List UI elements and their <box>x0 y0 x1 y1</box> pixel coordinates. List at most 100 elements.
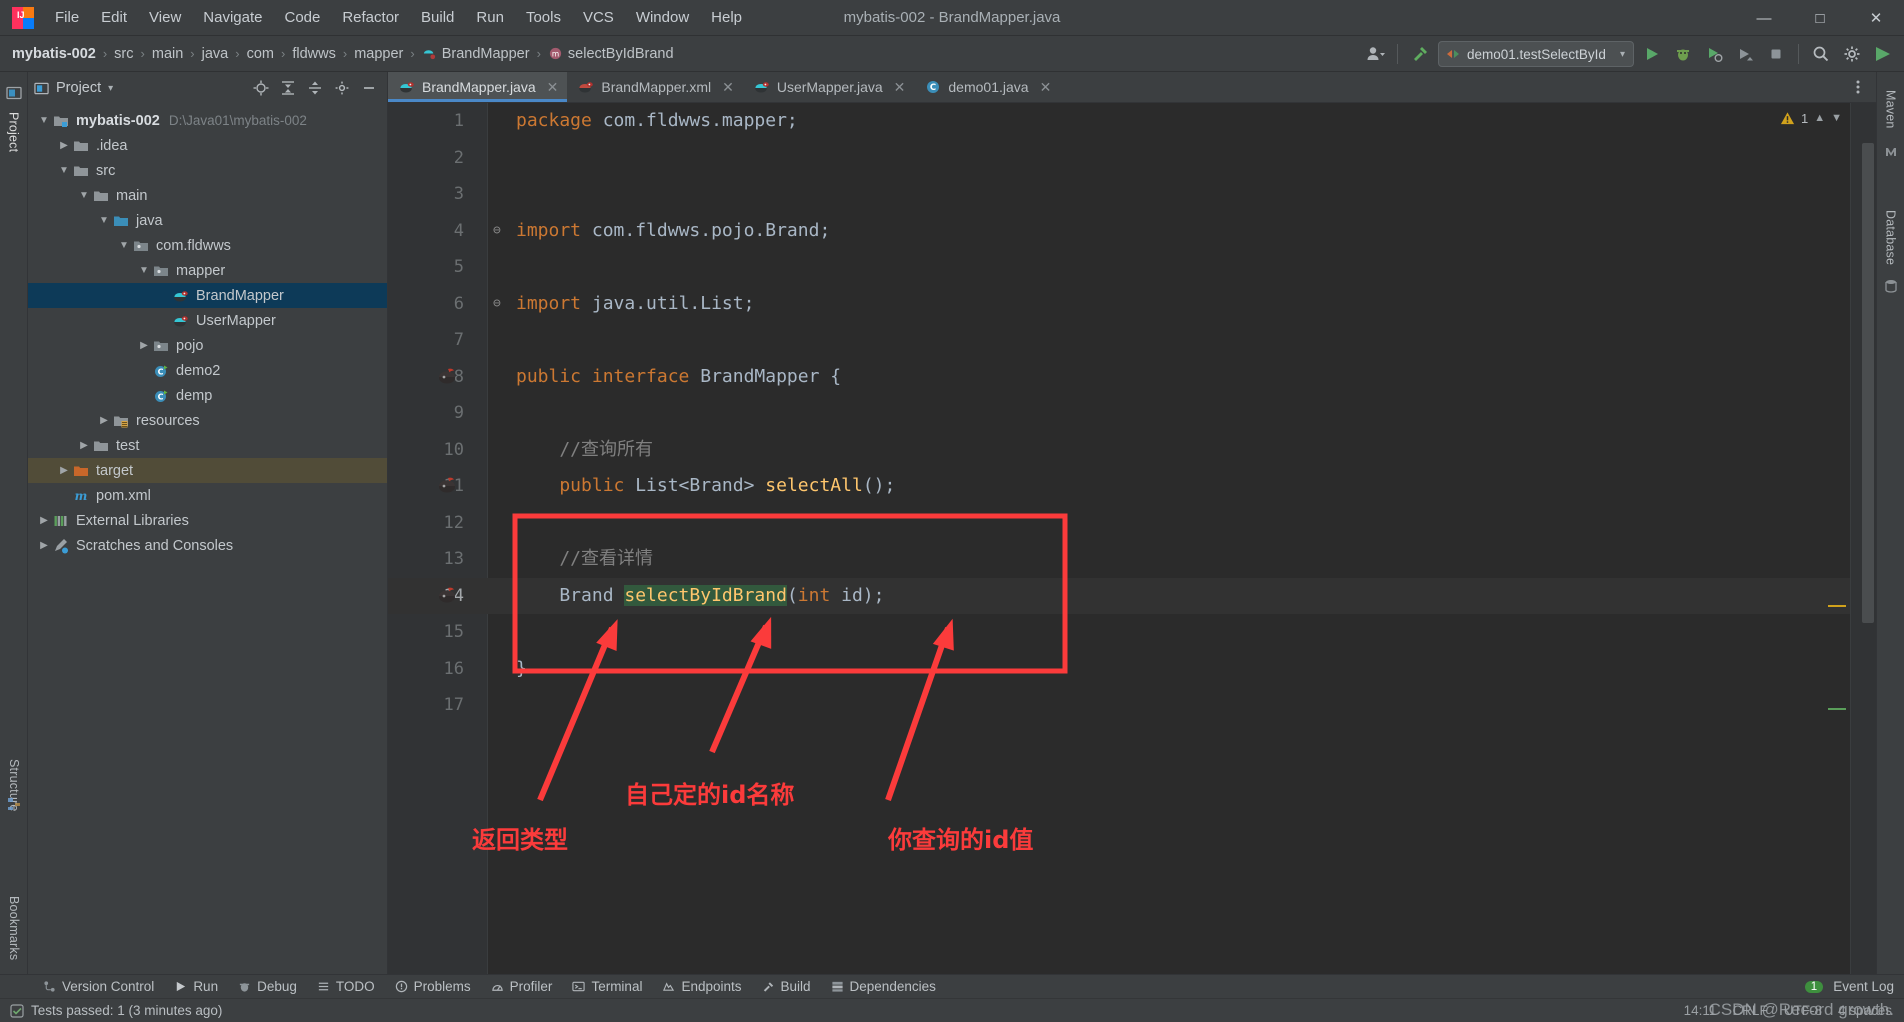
close-icon[interactable]: ✕ <box>894 79 906 96</box>
chevron-up-icon[interactable]: ▲ <box>1814 112 1825 124</box>
stop-button[interactable] <box>1763 41 1789 67</box>
tree-node-pom.xml[interactable]: m pom.xml <box>28 483 387 508</box>
menu-item-tools[interactable]: Tools <box>515 5 572 30</box>
editor-tab-usermapper-java[interactable]: UserMapper.java ✕ <box>743 72 915 102</box>
breadcrumb-item-mapper[interactable]: mapper <box>354 46 403 62</box>
bottom-tool-endpoints[interactable]: Endpoints <box>653 977 750 996</box>
tree-node-pojo[interactable]: ▶ pojo <box>28 333 387 358</box>
tree-node-resources[interactable]: ▶ resources <box>28 408 387 433</box>
breadcrumb-item-selectbyidbrand[interactable]: m selectByIdBrand <box>548 46 674 62</box>
mybatis-gutter-icon[interactable] <box>436 366 458 388</box>
tree-node-java[interactable]: ▼ java <box>28 208 387 233</box>
rail-label-project[interactable]: Project <box>7 106 21 158</box>
code-line[interactable]: 1 package com.fldwws.mapper; <box>388 103 1876 140</box>
menu-item-run[interactable]: Run <box>465 5 515 30</box>
chevron-right-icon[interactable]: ▶ <box>36 515 52 526</box>
menu-item-file[interactable]: File <box>44 5 90 30</box>
editor-tab-brandmapper-java[interactable]: BrandMapper.java ✕ <box>388 72 568 102</box>
warning-marker[interactable] <box>1828 605 1846 607</box>
project-icon[interactable] <box>5 85 22 101</box>
tree-node-mybatis-002[interactable]: ▼ mybatis-002 D:\Java01\mybatis-002 <box>28 108 387 133</box>
editor-tab-brandmapper-xml[interactable]: BrandMapper.xml ✕ <box>567 72 742 102</box>
code-line[interactable]: 10 //查询所有 <box>388 432 1876 469</box>
breadcrumb-item-mybatis-002[interactable]: mybatis-002 <box>12 46 96 62</box>
chevron-right-icon[interactable]: ▶ <box>136 340 152 351</box>
search-icon[interactable] <box>1808 41 1834 67</box>
run-with-coverage-button[interactable] <box>1701 41 1727 67</box>
maximize-button[interactable]: □ <box>1792 0 1848 36</box>
tree-node-main[interactable]: ▼ main <box>28 183 387 208</box>
tree-node-test[interactable]: ▶ test <box>28 433 387 458</box>
tree-node-demp[interactable]: Cdemp <box>28 383 387 408</box>
code-line[interactable]: 8 public interface BrandMapper { <box>388 359 1876 396</box>
chevron-down-icon[interactable]: ▼ <box>56 165 72 176</box>
locate-icon[interactable] <box>249 76 273 100</box>
code-line[interactable]: 11 public List<Brand> selectAll(); <box>388 468 1876 505</box>
bottom-tool-version-control[interactable]: Version Control <box>34 977 163 996</box>
chevron-right-icon[interactable]: ▶ <box>36 540 52 551</box>
close-button[interactable]: ✕ <box>1848 0 1904 36</box>
hide-panel-icon[interactable] <box>357 76 381 100</box>
menu-item-code[interactable]: Code <box>273 5 331 30</box>
editor-tab-demo01-java[interactable]: Cdemo01.java ✕ <box>914 72 1060 102</box>
chevron-right-icon[interactable]: ▶ <box>56 140 72 151</box>
code-line[interactable]: 3 <box>388 176 1876 213</box>
change-marker[interactable] <box>1828 708 1846 710</box>
breadcrumb-item-src[interactable]: src <box>114 46 133 62</box>
menu-item-refactor[interactable]: Refactor <box>331 5 410 30</box>
code-content[interactable]: 1 package com.fldwws.mapper; 2 3 4 ⊖ import co… <box>388 103 1876 974</box>
bottom-tool-run[interactable]: Run <box>165 977 227 996</box>
build-hammer-icon[interactable] <box>1407 41 1433 67</box>
gear-icon[interactable] <box>1839 41 1865 67</box>
code-line[interactable]: 16} <box>388 651 1876 688</box>
tree-node-com.fldwws[interactable]: ▼ com.fldwws <box>28 233 387 258</box>
event-log-group[interactable]: 1 Event Log <box>1804 979 1904 994</box>
chevron-right-icon[interactable]: ▶ <box>96 415 112 426</box>
mybatis-gutter-icon[interactable] <box>436 475 458 497</box>
menu-item-edit[interactable]: Edit <box>90 5 138 30</box>
chevron-down-icon[interactable]: ▼ <box>76 190 92 201</box>
tree-node-.idea[interactable]: ▶ .idea <box>28 133 387 158</box>
database-icon[interactable] <box>1884 279 1898 293</box>
menu-item-vcs[interactable]: VCS <box>572 5 625 30</box>
bottom-tool-todo[interactable]: TODO <box>308 977 384 996</box>
code-line[interactable]: 5 <box>388 249 1876 286</box>
code-line[interactable]: 9 <box>388 395 1876 432</box>
user-account-icon[interactable] <box>1362 41 1388 67</box>
code-line[interactable]: 12 <box>388 505 1876 542</box>
code-line[interactable]: 15 <box>388 614 1876 651</box>
code-line[interactable]: 4 ⊖ import com.fldwws.pojo.Brand; <box>388 213 1876 250</box>
rail-label-database[interactable]: Database <box>1884 204 1898 271</box>
project-tree[interactable]: ▼ mybatis-002 D:\Java01\mybatis-002 ▶ .idea ▼… <box>28 104 387 974</box>
close-icon[interactable]: ✕ <box>547 79 559 96</box>
editor-tabs-options-icon[interactable] <box>1840 72 1876 102</box>
project-panel-title-group[interactable]: Project ▾ <box>34 80 113 96</box>
code-line[interactable]: 7 <box>388 322 1876 359</box>
chevron-down-icon[interactable]: ▼ <box>96 215 112 226</box>
code-line[interactable]: 2 <box>388 140 1876 177</box>
bottom-tool-problems[interactable]: Problems <box>386 977 480 996</box>
code-line[interactable]: 6 ⊖ import java.util.List; <box>388 286 1876 323</box>
tree-node-src[interactable]: ▼ src <box>28 158 387 183</box>
chevron-right-icon[interactable]: ▶ <box>76 440 92 451</box>
tree-node-demo2[interactable]: Cdemo2 <box>28 358 387 383</box>
fold-marker-icon[interactable]: ⊖ <box>493 286 501 323</box>
code-line[interactable]: 17 <box>388 687 1876 724</box>
bottom-tool-debug[interactable]: Debug <box>229 977 306 996</box>
rail-label-bookmarks[interactable]: Bookmarks <box>7 890 21 966</box>
menu-item-navigate[interactable]: Navigate <box>192 5 273 30</box>
close-icon[interactable]: ✕ <box>722 79 734 96</box>
mybatis-gutter-icon[interactable] <box>436 585 458 607</box>
debug-button[interactable] <box>1670 41 1696 67</box>
editor-scrollbar-thumb[interactable] <box>1862 143 1874 623</box>
chevron-down-icon[interactable]: ▼ <box>36 115 52 126</box>
maven-icon[interactable] <box>1884 145 1898 159</box>
rail-label-maven[interactable]: Maven <box>1884 84 1898 135</box>
menu-item-window[interactable]: Window <box>625 5 700 30</box>
bottom-tool-build[interactable]: Build <box>753 977 820 996</box>
fold-marker-icon[interactable]: ⊖ <box>493 213 501 250</box>
breadcrumb-item-com[interactable]: com <box>247 46 274 62</box>
gear-icon[interactable] <box>330 76 354 100</box>
run-configuration-selector[interactable]: demo01.testSelectById ▾ <box>1438 41 1634 67</box>
tree-node-scratches-and-consoles[interactable]: ▶ Scratches and Consoles <box>28 533 387 558</box>
